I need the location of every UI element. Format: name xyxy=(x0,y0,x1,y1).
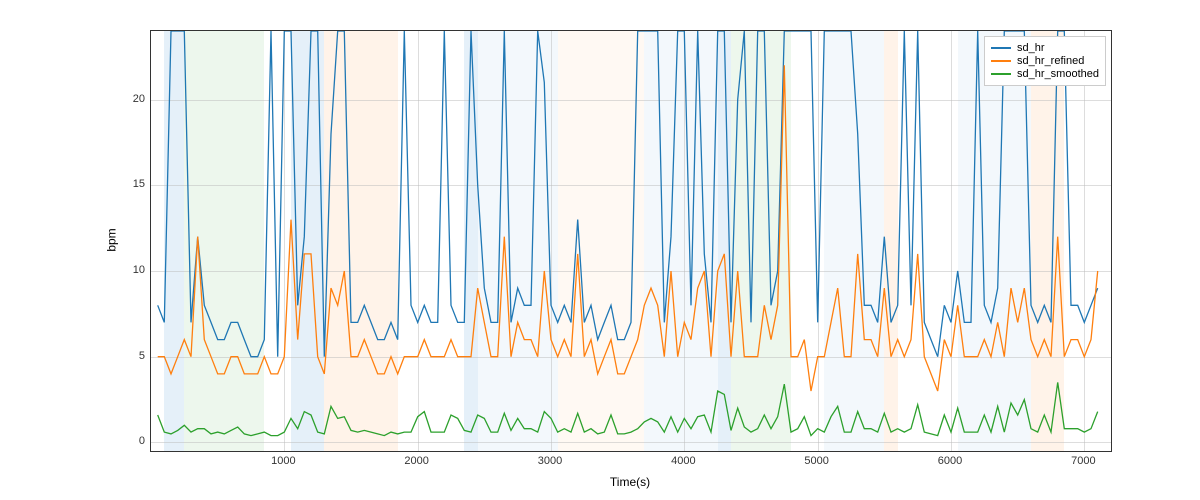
y-axis-label: bpm xyxy=(105,228,119,251)
x-axis-label: Time(s) xyxy=(610,475,650,489)
chart-lines xyxy=(151,31,1111,451)
y-tick-label: 0 xyxy=(139,435,145,447)
x-tick-label: 5000 xyxy=(804,455,828,467)
legend: sd_hr sd_hr_refined sd_hr_smoothed xyxy=(984,36,1106,86)
x-tick-label: 6000 xyxy=(938,455,962,467)
legend-entry: sd_hr_refined xyxy=(991,55,1099,67)
x-tick-label: 2000 xyxy=(404,455,428,467)
legend-label: sd_hr_refined xyxy=(1017,55,1084,67)
y-tick-label: 15 xyxy=(133,178,145,190)
legend-swatch xyxy=(991,73,1011,75)
y-tick-label: 10 xyxy=(133,264,145,276)
legend-swatch xyxy=(991,47,1011,49)
plot-area: sd_hr sd_hr_refined sd_hr_smoothed xyxy=(150,30,1112,452)
legend-entry: sd_hr xyxy=(991,42,1099,54)
plot-container: sd_hr sd_hr_refined sd_hr_smoothed 10002… xyxy=(150,30,1110,450)
series-sd_hr xyxy=(158,31,1098,357)
series-sd_hr_refined xyxy=(158,65,1098,391)
y-tick-label: 5 xyxy=(139,350,145,362)
y-tick-label: 20 xyxy=(133,93,145,105)
legend-label: sd_hr_smoothed xyxy=(1017,68,1099,80)
series-sd_hr_smoothed xyxy=(158,382,1098,435)
legend-label: sd_hr xyxy=(1017,42,1045,54)
x-tick-label: 4000 xyxy=(671,455,695,467)
x-tick-label: 1000 xyxy=(271,455,295,467)
legend-swatch xyxy=(991,60,1011,62)
x-tick-label: 3000 xyxy=(538,455,562,467)
x-tick-label: 7000 xyxy=(1071,455,1095,467)
legend-entry: sd_hr_smoothed xyxy=(991,68,1099,80)
